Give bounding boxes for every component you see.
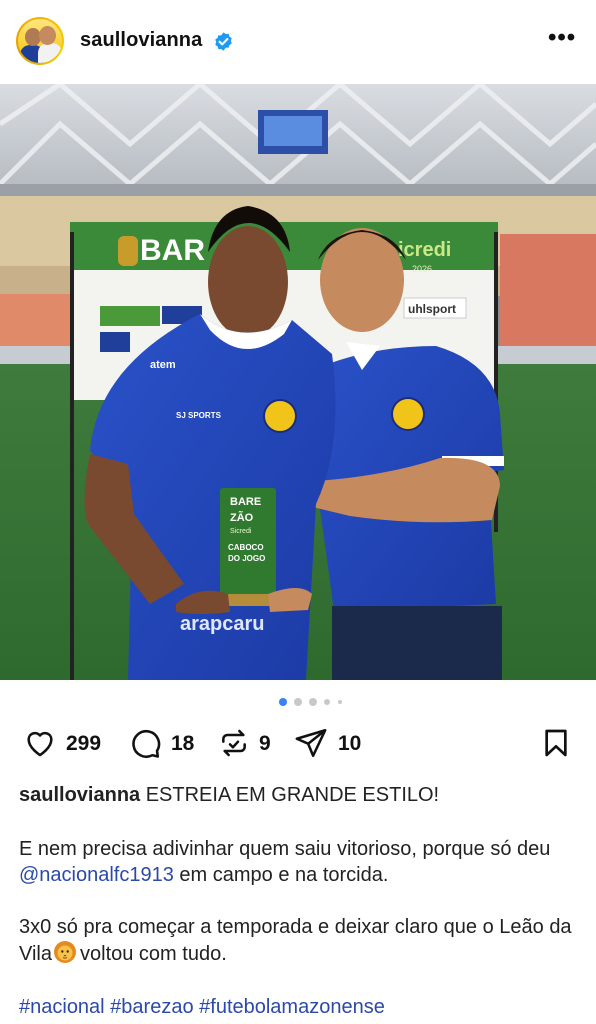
banner-text-left: BAR [140, 234, 205, 267]
carousel-dot [309, 698, 317, 706]
banner-text-right: icredi [398, 239, 451, 261]
carousel-indicator [0, 696, 596, 708]
repost-count: 9 [259, 732, 271, 755]
post-photo-illustration: BAR icredi 2026 uhlsport atem SJ SPORTS … [0, 84, 596, 680]
carousel-dot [324, 699, 330, 705]
caption-p2-end: voltou com tudo. [80, 943, 227, 965]
banner-year: 2026 [412, 264, 432, 274]
caption-paragraph-1: E nem precisa adivinhar quem saiu vitori… [19, 836, 579, 888]
comment-count: 18 [171, 732, 195, 755]
profile-avatar[interactable] [16, 17, 64, 65]
caption-mention-link[interactable]: @nacionalfc1913 [19, 864, 174, 886]
repost-action[interactable]: 9 [218, 724, 288, 764]
verified-badge-icon [215, 32, 232, 51]
trophy-caboco: CABOCO [228, 543, 264, 552]
jersey-front-text: arapcaru [180, 613, 265, 635]
heart-icon [27, 731, 53, 757]
carousel-dot-active [279, 698, 287, 706]
comment-icon [132, 729, 161, 759]
trophy-text-2: ZÃO [230, 511, 254, 524]
more-options-icon[interactable]: ••• [548, 26, 576, 52]
post-author-username[interactable]: saullovianna [80, 29, 202, 52]
comment-action[interactable]: 18 [128, 724, 208, 764]
caption-headline: ESTREIA EM GRANDE ESTILO! [145, 784, 440, 806]
post-photo[interactable]: BAR icredi 2026 uhlsport atem SJ SPORTS … [0, 84, 596, 680]
repost-icon [222, 729, 246, 757]
post-header: saullovianna ••• [0, 0, 596, 84]
carousel-dot [294, 698, 302, 706]
like-count: 299 [66, 732, 102, 755]
sign-uhlsport: uhlsport [408, 302, 456, 316]
share-action[interactable]: 10 [294, 724, 374, 764]
trophy-sicredi: Sicredi [230, 528, 252, 535]
lion-emoji-icon [54, 941, 76, 963]
carousel-dot [338, 700, 342, 704]
trophy-text-1: BARE [230, 496, 261, 508]
caption-paragraph-2: 3x0 só pra começar a temporada e deixar … [19, 914, 579, 967]
caption-p1-end: em campo e na torcida. [179, 864, 389, 886]
send-icon [295, 728, 327, 758]
like-action[interactable]: 299 [22, 724, 112, 764]
trophy-dojogo: DO JOGO [228, 554, 265, 563]
caption-hashtags[interactable]: #nacional #barezao #futebolamazonense [19, 996, 385, 1018]
caption-username[interactable]: saullovianna [19, 784, 140, 806]
share-count: 10 [338, 732, 362, 755]
jersey-brand: atem [150, 359, 176, 371]
bookmark-icon[interactable] [540, 726, 572, 760]
jersey-sponsor: SJ SPORTS [176, 411, 222, 420]
caption-hashtags-line: #nacional #barezao #futebolamazonense [19, 994, 579, 1020]
caption-headline-line: saullovianna ESTREIA EM GRANDE ESTILO! [19, 782, 579, 808]
caption-p1-start: E nem precisa adivinhar quem saiu vitori… [19, 838, 551, 860]
